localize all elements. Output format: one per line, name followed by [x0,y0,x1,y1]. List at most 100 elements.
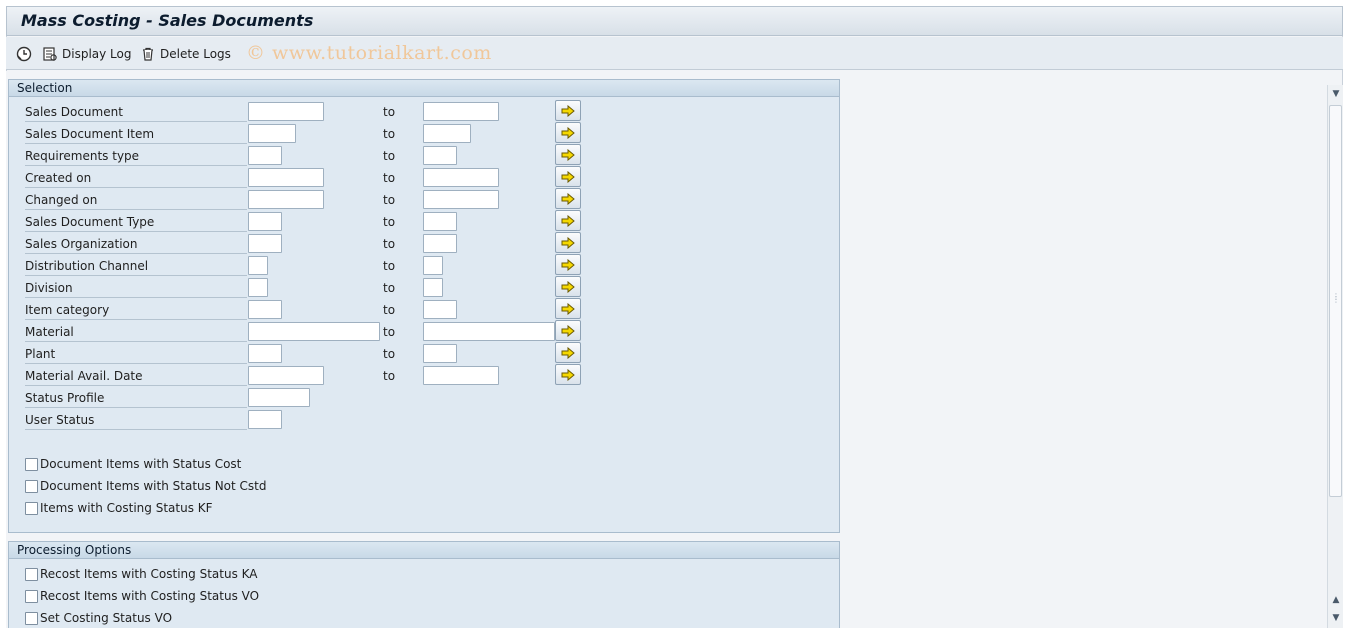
multiple-selection-button[interactable] [555,166,581,187]
field-label: Material [25,322,247,342]
scroll-down-icon[interactable]: ▼ [1330,612,1342,624]
high-value-input[interactable] [423,278,443,297]
multiple-selection-button[interactable] [555,210,581,231]
arrow-right-icon [561,126,575,139]
selection-row: Item category to [9,298,839,322]
display-log-icon [43,47,57,61]
checkbox-label: Set Costing Status VO [40,611,173,625]
checkbox-row[interactable]: Items with Costing Status KF [25,498,213,518]
to-label: to [383,127,396,141]
high-value-input[interactable] [423,212,457,231]
low-value-input[interactable] [248,124,296,143]
low-value-input[interactable] [248,366,324,385]
multiple-selection-button[interactable] [555,100,581,121]
multiple-selection-button[interactable] [555,298,581,319]
high-value-input[interactable] [423,124,471,143]
arrow-right-icon [561,148,575,161]
low-value-input[interactable] [248,388,310,407]
checkbox[interactable] [25,567,38,581]
to-label: to [383,237,396,251]
application-toolbar: Display Log Delete Logs © www.tutorialka… [6,37,1343,70]
high-value-input[interactable] [423,234,457,253]
checkbox-row[interactable]: Recost Items with Costing Status KA [25,564,258,584]
checkbox-row[interactable]: Recost Items with Costing Status VO [25,586,259,606]
checkbox-row[interactable]: Document Items with Status Not Cstd [25,476,266,496]
low-value-input[interactable] [248,278,268,297]
scroll-up-icon[interactable]: ▼ [1330,88,1342,100]
selection-row: Distribution Channel to [9,254,839,278]
checkbox[interactable] [25,479,38,493]
delete-logs-button[interactable]: Delete Logs [140,44,231,64]
low-value-input[interactable] [248,234,282,253]
checkbox-label: Recost Items with Costing Status VO [40,589,260,603]
high-value-input[interactable] [423,190,499,209]
field-label: User Status [25,410,247,430]
to-label: to [383,259,396,273]
multiple-selection-button[interactable] [555,232,581,253]
selection-row: Sales Document to [9,100,839,124]
page-title: Mass Costing - Sales Documents [21,11,314,30]
high-value-input[interactable] [423,146,457,165]
checkbox-row[interactable]: Set Costing Status VO [25,608,172,628]
field-label: Plant [25,344,247,364]
high-value-input[interactable] [423,344,457,363]
execute-button[interactable] [16,44,32,64]
selection-row: Created on to [9,166,839,190]
processing-options-header: Processing Options [9,542,839,559]
low-value-input[interactable] [248,344,282,363]
multiple-selection-button[interactable] [555,320,581,341]
checkbox[interactable] [25,457,38,471]
multiple-selection-button[interactable] [555,276,581,297]
multiple-selection-button[interactable] [555,342,581,363]
selection-row: Material to [9,320,839,344]
selection-row: Sales Document Item to [9,122,839,146]
arrow-right-icon [561,170,575,183]
to-label: to [383,149,396,163]
low-value-input[interactable] [248,212,282,231]
multiple-selection-button[interactable] [555,144,581,165]
multiple-selection-button[interactable] [555,254,581,275]
field-label: Sales Document Type [25,212,247,232]
to-label: to [383,303,396,317]
checkbox[interactable] [25,611,38,625]
arrow-right-icon [561,214,575,227]
checkbox-label: Recost Items with Costing Status KA [40,567,258,581]
field-label: Item category [25,300,247,320]
high-value-input[interactable] [423,102,499,121]
field-label: Distribution Channel [25,256,247,276]
high-value-input[interactable] [423,168,499,187]
display-log-button[interactable]: Display Log [42,44,131,64]
high-value-input[interactable] [423,322,555,341]
multiple-selection-button[interactable] [555,188,581,209]
selection-row: Plant to [9,342,839,366]
low-value-input[interactable] [248,190,324,209]
low-value-input[interactable] [248,102,324,121]
high-value-input[interactable] [423,366,499,385]
multiple-selection-button[interactable] [555,364,581,385]
arrow-right-icon [561,258,575,271]
field-label: Sales Document Item [25,124,247,144]
high-value-input[interactable] [423,300,457,319]
field-label: Division [25,278,247,298]
checkbox[interactable] [25,589,38,603]
to-label: to [383,281,396,295]
low-value-input[interactable] [248,256,268,275]
scroll-up-arrow-icon[interactable]: ▲ [1330,594,1342,606]
checkbox[interactable] [25,501,38,515]
low-value-input[interactable] [248,168,324,187]
low-value-input[interactable] [248,410,282,429]
arrow-right-icon [561,192,575,205]
low-value-input[interactable] [248,300,282,319]
high-value-input[interactable] [423,256,443,275]
arrow-right-icon [561,104,575,117]
arrow-right-icon [561,236,575,249]
low-value-input[interactable] [248,146,282,165]
to-label: to [383,193,396,207]
low-value-input[interactable] [248,322,380,341]
watermark-text: © www.tutorialkart.com [246,42,492,64]
to-label: to [383,347,396,361]
multiple-selection-button[interactable] [555,122,581,143]
checkbox-row[interactable]: Document Items with Status Cost [25,454,241,474]
checkbox-label: Document Items with Status Cost [40,457,242,471]
vertical-scrollbar[interactable]: ▼ ⋮ ⋮ ▲ ▼ [1327,85,1343,628]
